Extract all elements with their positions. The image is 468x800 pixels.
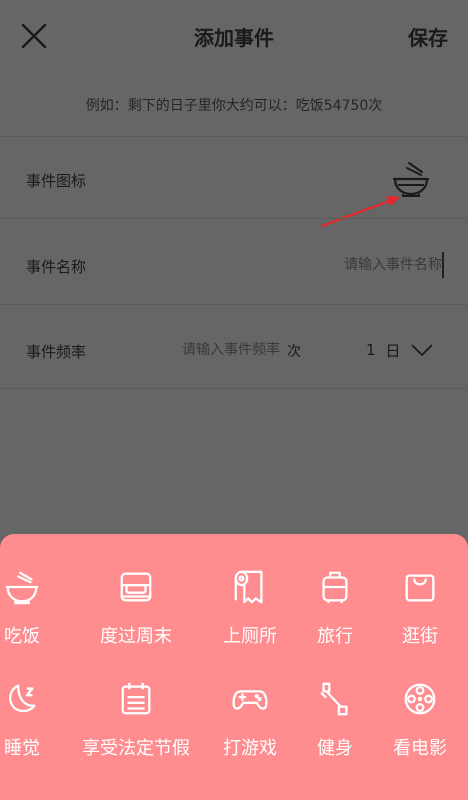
category-item-weekend[interactable]: 度过周末 [71, 568, 201, 658]
period-unit: 日 [385, 341, 401, 360]
event-frequency-label: 事件频率 [26, 343, 87, 361]
frequency-unit: 次 [287, 344, 301, 360]
category-label: 吃饭 [4, 626, 40, 647]
category-label: 享受法定节假 [82, 738, 190, 759]
category-label: 健身 [317, 738, 353, 759]
period-count: 1 [366, 341, 376, 359]
event-frequency-input[interactable] [150, 337, 280, 363]
divider [0, 136, 468, 137]
category-label: 逛街 [402, 626, 438, 647]
chevron-down-icon [410, 344, 433, 357]
moon-icon [9, 684, 36, 713]
page-title: 添加事件 [194, 26, 274, 50]
gamepad-icon [232, 690, 268, 710]
category-item-movie[interactable]: 看电影 [355, 680, 468, 770]
category-label: 上厕所 [223, 626, 277, 647]
period-select[interactable]: 1 日 [366, 334, 448, 366]
calendar-icon [121, 682, 151, 715]
category-item-holiday[interactable]: 享受法定节假 [71, 680, 201, 770]
category-label: 度过周末 [100, 626, 172, 647]
event-icon-label: 事件图标 [26, 172, 87, 190]
dumbbell-icon [320, 682, 348, 716]
category-item-shopping[interactable]: 逛街 [355, 568, 468, 658]
header: 添加事件 保存 [0, 0, 468, 70]
divider [0, 218, 468, 219]
category-label: 看电影 [393, 738, 447, 759]
shopping-bag-icon [405, 574, 435, 602]
event-name-input[interactable] [264, 252, 444, 278]
icon-picker-panel: 吃饭 度过周末 上厕所 旅行 逛街 睡觉 享受法定节假 打游戏 健身 看电影 [0, 534, 468, 800]
rice-bowl-icon [5, 571, 39, 605]
divider [0, 388, 468, 389]
film-reel-icon [404, 683, 436, 715]
annotation-arrow [320, 196, 400, 228]
toilet-paper-icon [234, 570, 263, 604]
divider [0, 304, 468, 305]
save-button[interactable]: 保存 [408, 22, 448, 51]
category-label: 旅行 [317, 626, 353, 647]
sofa-icon [120, 572, 152, 602]
category-label: 打游戏 [223, 738, 277, 759]
suitcase-icon [322, 571, 348, 604]
event-name-label: 事件名称 [26, 258, 87, 276]
hint-text: 例如：剩下的日子里你大约可以：吃饭54750次 [85, 98, 383, 114]
category-label: 睡觉 [4, 738, 40, 759]
